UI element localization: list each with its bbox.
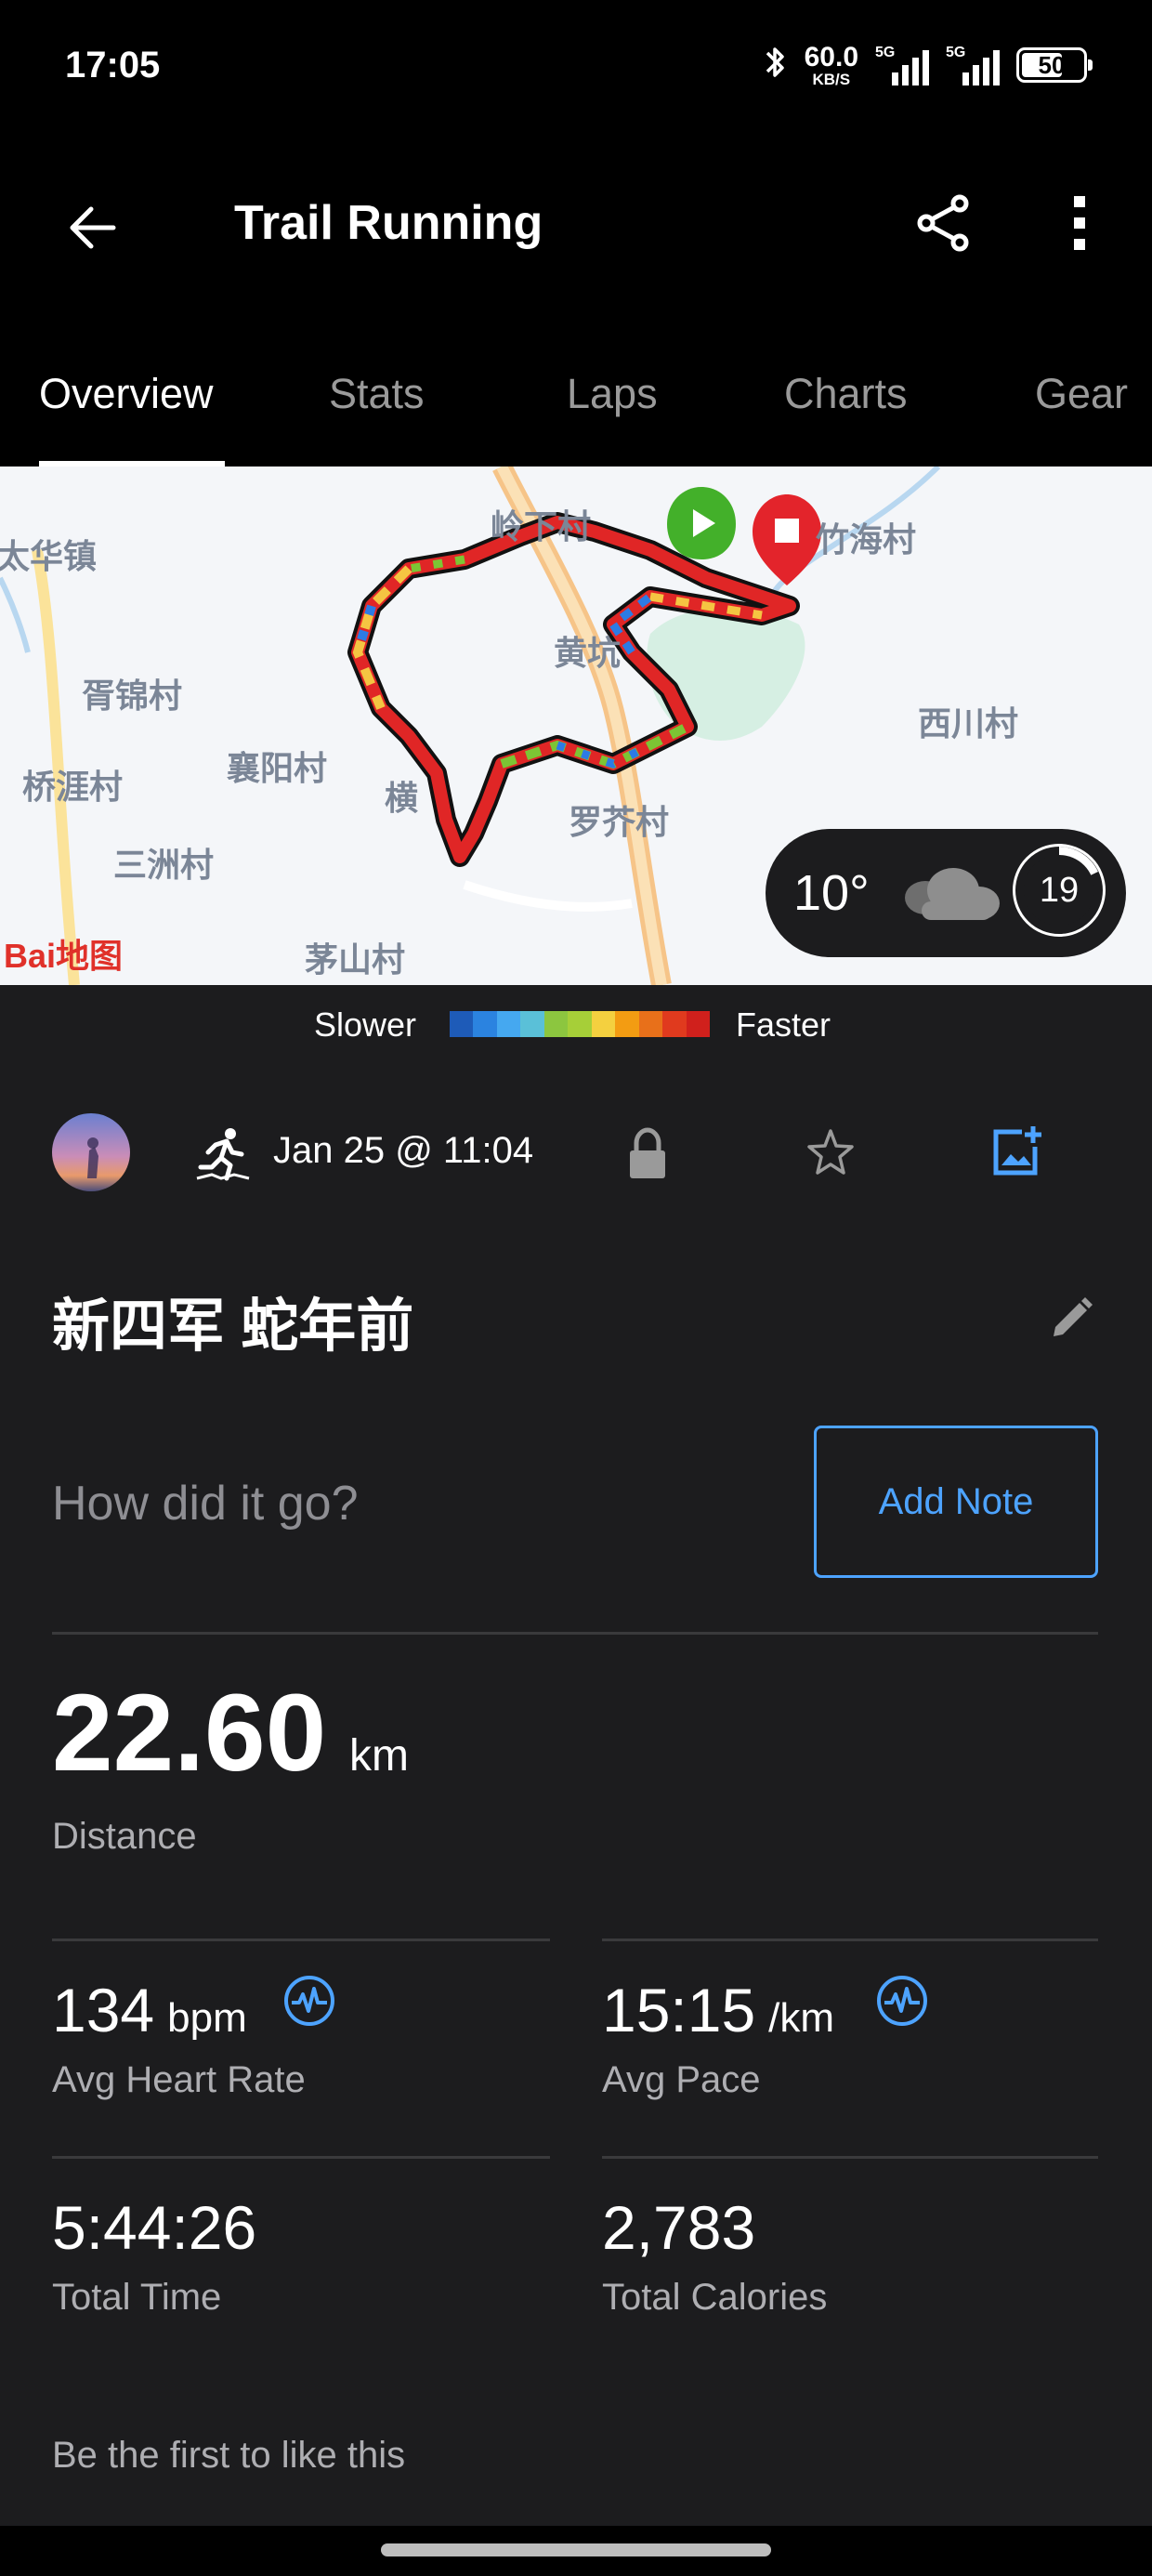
star-icon[interactable] — [805, 1126, 857, 1178]
battery-icon: 50 — [1016, 47, 1093, 83]
status-icons: 60.0 KB/S 5G 5G 50 — [762, 41, 1093, 89]
network-speed: 60.0 KB/S — [804, 41, 858, 88]
weather-badge[interactable]: 10° 19 — [766, 829, 1126, 957]
map-place-label: 三洲村 — [113, 846, 215, 884]
activity-name: 新四军 蛇年前 — [52, 1295, 414, 1359]
divider — [52, 1632, 1098, 1635]
avatar[interactable] — [52, 1113, 130, 1191]
heart-rate-label: Avg Heart Rate — [52, 2059, 306, 2100]
map-provider-logo: Bai地图 — [4, 937, 124, 975]
share-button[interactable] — [897, 177, 990, 269]
divider — [52, 2156, 550, 2159]
tab-overview[interactable]: Overview — [39, 370, 214, 418]
back-arrow-icon — [70, 206, 116, 249]
tab-gear[interactable]: Gear — [1035, 370, 1128, 418]
heart-rate-broadcast-icon — [284, 1976, 334, 2026]
network-speed-unit: KB/S — [812, 70, 851, 88]
pace-stat: 15:15 /km — [602, 1979, 834, 2042]
add-photo-icon[interactable] — [988, 1124, 1042, 1178]
tab-stats[interactable]: Stats — [329, 370, 425, 418]
calories-value: 2,783 — [602, 2193, 756, 2262]
divider — [602, 2156, 1098, 2159]
status-time: 17:05 — [65, 45, 161, 85]
map-place-label: 横 — [385, 779, 419, 817]
legend-faster-label: Faster — [736, 1005, 831, 1044]
home-gesture-handle[interactable] — [381, 2543, 771, 2556]
lock-icon[interactable] — [624, 1126, 671, 1180]
distance-unit: km — [349, 1731, 409, 1781]
edit-pencil-icon[interactable] — [1048, 1295, 1094, 1342]
map-place-label: 胥锦村 — [82, 677, 183, 715]
finish-pin-icon — [753, 494, 821, 585]
total-time-label: Total Time — [52, 2277, 222, 2318]
battery-level: 50 — [1038, 51, 1066, 79]
map-place-label: 桥涯村 — [22, 768, 124, 806]
pace-gradient-bar — [450, 1011, 710, 1037]
map-place-label: 太华镇 — [0, 537, 98, 575]
signal-icon: 5G — [875, 45, 929, 85]
pace-broadcast-icon — [877, 1976, 927, 2026]
map-place-label: 茅山村 — [305, 940, 406, 979]
weather-temperature: 10° — [793, 865, 870, 921]
calories-label: Total Calories — [602, 2277, 828, 2318]
share-icon — [917, 194, 969, 252]
legend-slower-label: Slower — [314, 1005, 417, 1044]
pace-unit: /km — [768, 1995, 835, 2041]
heart-rate-stat: 134 bpm — [52, 1979, 247, 2042]
signal-icon: 5G — [946, 45, 1000, 85]
pace-label: Avg Pace — [602, 2059, 761, 2100]
heart-rate-unit: bpm — [167, 1995, 247, 2041]
trail-run-icon — [196, 1128, 250, 1181]
map-place-label: 竹海村 — [816, 520, 917, 559]
tab-bar: Overview Stats Laps Charts Gear — [0, 353, 1152, 467]
pace-value: 15:15 — [602, 1976, 756, 2044]
distance-label: Distance — [52, 1816, 197, 1857]
network-speed-value: 60.0 — [804, 41, 858, 72]
more-options-button[interactable] — [1033, 177, 1126, 269]
likes-text[interactable]: Be the first to like this — [52, 2435, 405, 2477]
cloud-icon — [905, 868, 1000, 920]
start-pin-icon — [667, 487, 736, 559]
bluetooth-icon — [762, 44, 788, 87]
divider — [602, 1939, 1098, 1941]
map-place-label: 襄阳村 — [227, 749, 328, 787]
map-place-label: 西川村 — [918, 704, 1019, 743]
total-time-value: 5:44:26 — [52, 2193, 257, 2262]
tab-laps[interactable]: Laps — [567, 370, 658, 418]
aqi-label: 19 — [1039, 870, 1080, 910]
map-place-label: 罗芥村 — [569, 803, 670, 841]
tab-charts[interactable]: Charts — [784, 370, 908, 418]
activity-date: Jan 25 @ 11:04 — [273, 1130, 534, 1171]
divider — [52, 1939, 550, 1941]
add-note-button[interactable]: Add Note — [814, 1426, 1098, 1578]
heart-rate-value: 134 — [52, 1976, 155, 2044]
note-placeholder[interactable]: How did it go? — [52, 1476, 359, 1531]
map-place-label: 黄坑 — [554, 634, 622, 672]
more-vert-icon — [1074, 196, 1085, 250]
back-button[interactable] — [46, 181, 139, 274]
map-place-label: 岭下村 — [491, 507, 592, 545]
distance-value: 22.60 — [52, 1672, 327, 1794]
pace-legend: Slower Faster — [0, 985, 1152, 1059]
page-title: Trail Running — [234, 196, 543, 250]
